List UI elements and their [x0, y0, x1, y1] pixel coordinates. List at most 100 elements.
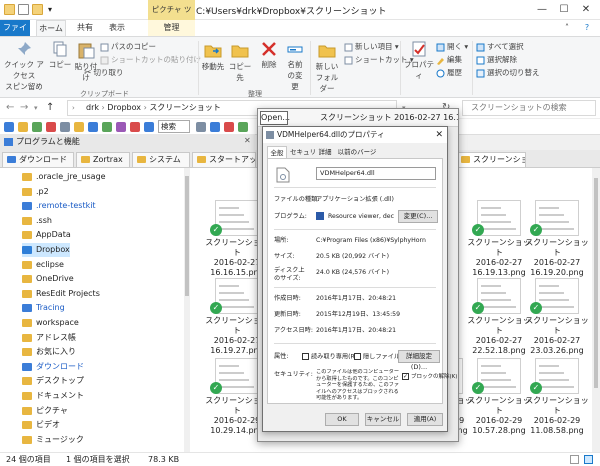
- search-input[interactable]: スクリーンショットの検索: [462, 100, 596, 116]
- favorites-programs-label[interactable]: プログラムと機能: [16, 136, 80, 147]
- readonly-checkbox[interactable]: 読み取り専用(R): [302, 353, 357, 362]
- file-name[interactable]: スクリーンショット 2016-02-27 23.03.26.png: [524, 316, 590, 356]
- toolbar-search-input[interactable]: 検索: [158, 120, 190, 133]
- tool-icon[interactable]: [238, 122, 248, 132]
- tool-icon[interactable]: [46, 122, 56, 132]
- large-icons-view-icon[interactable]: [584, 455, 593, 464]
- tab-manage[interactable]: 管理: [148, 20, 195, 36]
- new-folder-icon[interactable]: [32, 4, 43, 15]
- file-name[interactable]: スクリーンショット 2016-02-27 16.19.13.png: [466, 238, 532, 278]
- back-arrow-icon[interactable]: ←: [6, 102, 14, 113]
- open-button[interactable]: 開く ▾: [436, 41, 468, 52]
- tool-icon[interactable]: [88, 122, 98, 132]
- details-view-icon[interactable]: [570, 455, 579, 464]
- change-button[interactable]: 変更(C)...: [398, 210, 438, 223]
- nav-item[interactable]: .remote-testkit: [22, 199, 96, 213]
- nav-item[interactable]: デスクトップ: [22, 374, 84, 388]
- close-button[interactable]: ✕: [578, 2, 594, 18]
- nav-item[interactable]: ドキュメント: [22, 389, 84, 403]
- grid-scrollbar[interactable]: [592, 168, 600, 452]
- tool-icon[interactable]: [130, 122, 140, 132]
- paste-shortcut-button[interactable]: ショートカットの貼り付け: [100, 54, 201, 65]
- breadcrumb-dropbox[interactable]: Dropbox: [107, 103, 141, 112]
- breadcrumb-drk[interactable]: drk: [86, 103, 99, 112]
- tab-home[interactable]: ホーム: [36, 20, 66, 36]
- grid-scrollbar-thumb[interactable]: [594, 178, 598, 388]
- ok-button[interactable]: OK: [325, 413, 359, 426]
- tab-share[interactable]: 共有: [72, 20, 98, 36]
- unblock-checkbox-box[interactable]: [402, 373, 409, 380]
- nav-item[interactable]: .ssh: [22, 214, 52, 228]
- tab-general[interactable]: 全般: [267, 146, 287, 158]
- new-item-button[interactable]: 新しい項目 ▾: [344, 41, 399, 52]
- nav-item[interactable]: ダウンロード: [22, 360, 84, 374]
- close-icon[interactable]: ✕: [244, 136, 251, 145]
- move-to-button[interactable]: 移動先: [200, 41, 226, 72]
- cancel-button[interactable]: キャンセル: [365, 413, 401, 426]
- tool-icon[interactable]: [102, 122, 112, 132]
- file-name[interactable]: スクリーンショット 2016-02-29 10.57.28.png: [466, 396, 532, 436]
- tab-view[interactable]: 表示: [104, 20, 130, 36]
- minimize-button[interactable]: —: [534, 2, 550, 18]
- recent-locations-icon[interactable]: ▾: [34, 104, 38, 112]
- file-name[interactable]: スクリーンショット 2016-02-29 11.08.58.png: [524, 396, 590, 436]
- file-name[interactable]: スクリーンショット 2016-02-27 22.52.18.png: [466, 316, 532, 356]
- history-button[interactable]: 履歴: [436, 67, 462, 78]
- nav-item[interactable]: アドレス帳: [22, 331, 76, 345]
- star-icon[interactable]: [4, 122, 14, 132]
- copy-path-button[interactable]: パスのコピー: [100, 41, 156, 52]
- tool-icon[interactable]: [224, 122, 234, 132]
- tab-security[interactable]: セキュリティ: [289, 146, 317, 168]
- tab-download[interactable]: ダウンロード: [2, 152, 74, 167]
- tab-system[interactable]: システム: [132, 152, 190, 167]
- tool-icon[interactable]: [210, 122, 220, 132]
- hidden-checkbox-box[interactable]: [354, 353, 361, 360]
- tool-icon[interactable]: [116, 122, 126, 132]
- tab-details[interactable]: 詳細: [317, 146, 333, 158]
- nav-item[interactable]: ビデオ: [22, 418, 60, 432]
- unblock-checkbox[interactable]: ブロックの解除(K): [402, 373, 457, 381]
- tool-icon[interactable]: [32, 122, 42, 132]
- filename-input[interactable]: VDMHelper64.dll: [316, 167, 436, 180]
- tool-icon[interactable]: [144, 122, 154, 132]
- edit-button[interactable]: 編集: [436, 54, 462, 65]
- copy-to-button[interactable]: コピー先: [226, 41, 254, 83]
- nav-item[interactable]: ピクチャ: [22, 404, 68, 418]
- cut-button[interactable]: ✂ 切り取り: [84, 67, 124, 78]
- tab-zortrax[interactable]: Zortrax: [76, 152, 130, 167]
- file-name[interactable]: スクリーンショット 2016-02-27 16.19.20.png: [524, 238, 590, 278]
- copy-button[interactable]: コピー: [48, 41, 72, 70]
- nav-item[interactable]: お気に入り: [22, 345, 76, 359]
- properties-icon[interactable]: [18, 4, 29, 15]
- tab-previous-versions[interactable]: 以前のバージョン: [335, 146, 379, 168]
- ribbon-collapse-icon[interactable]: ˄: [560, 20, 574, 36]
- up-arrow-icon[interactable]: ↑: [46, 102, 54, 113]
- open-button[interactable]: Open...: [260, 111, 290, 125]
- advanced-button[interactable]: 詳細設定(D)...: [398, 350, 440, 371]
- nav-item[interactable]: workspace: [22, 316, 79, 330]
- nav-item[interactable]: OneDrive: [22, 272, 74, 286]
- nav-item[interactable]: eclipse: [22, 258, 64, 272]
- nav-item[interactable]: Dropbox: [22, 243, 70, 257]
- tool-icon[interactable]: [60, 122, 70, 132]
- close-icon[interactable]: ✕: [435, 127, 443, 143]
- nav-item[interactable]: AppData: [22, 228, 71, 242]
- nav-item[interactable]: .p2: [22, 185, 49, 199]
- tool-icon[interactable]: [74, 122, 84, 132]
- rename-button[interactable]: 名前の変更: [282, 41, 308, 92]
- apply-button[interactable]: 適用(A): [407, 413, 443, 426]
- tab-screenshot[interactable]: スクリーンショット: [456, 152, 526, 167]
- tool-icon[interactable]: [196, 122, 206, 132]
- select-all-button[interactable]: すべて選択: [476, 41, 524, 52]
- nav-item[interactable]: Tracing: [22, 301, 65, 315]
- maximize-button[interactable]: ☐: [556, 2, 572, 18]
- breadcrumb-screenshot[interactable]: スクリーンショット: [149, 103, 221, 112]
- quick-access-dropdown-icon[interactable]: ▾: [48, 4, 59, 15]
- nav-item[interactable]: ResEdit Projects: [22, 287, 100, 301]
- folder-icon[interactable]: [18, 122, 28, 132]
- invert-selection-button[interactable]: 選択の切り替え: [476, 67, 540, 78]
- forward-arrow-icon[interactable]: →: [20, 102, 28, 113]
- new-folder-button[interactable]: 新しいフォルダー: [312, 41, 342, 94]
- help-icon[interactable]: ?: [580, 20, 594, 36]
- properties-button[interactable]: プロパティ: [402, 41, 436, 81]
